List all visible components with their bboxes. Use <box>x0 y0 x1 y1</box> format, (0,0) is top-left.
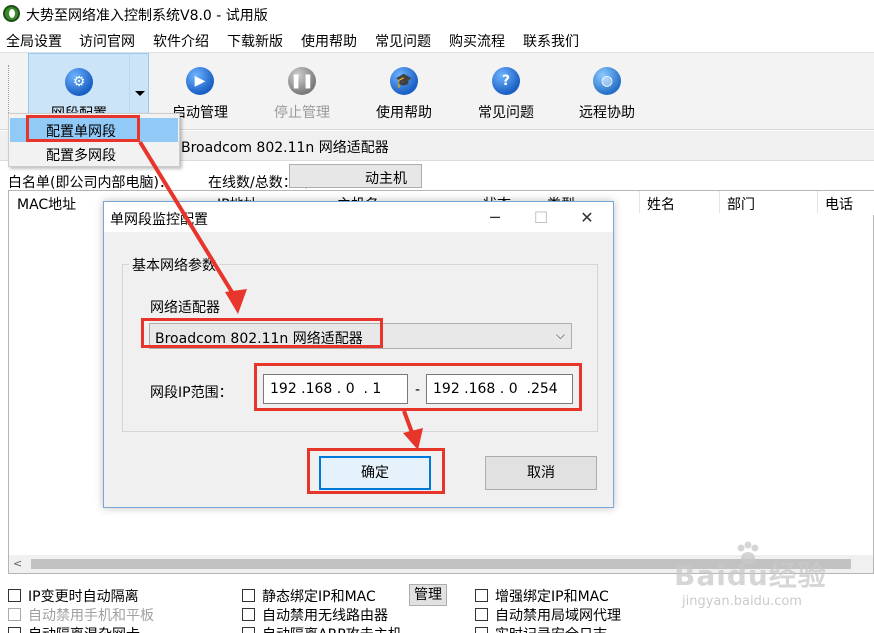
gear-icon: ⚙ <box>65 68 93 96</box>
ip-range-label: 网段IP范围： <box>150 385 233 401</box>
ok-button[interactable]: 确定 <box>319 456 431 490</box>
checkbox[interactable] <box>475 627 488 633</box>
cancel-button[interactable]: 取消 <box>485 456 597 490</box>
stop-manage-button: ❚❚ 停止管理 <box>257 53 347 129</box>
col-separator[interactable] <box>817 191 818 213</box>
menu-contact[interactable]: 联系我们 <box>523 31 579 51</box>
remote-assist-label: 远程协助 <box>579 105 635 121</box>
menu-purchase[interactable]: 购买流程 <box>449 31 505 51</box>
col-separator[interactable] <box>639 191 640 213</box>
adapter-label: 网络适配器 <box>150 300 220 316</box>
menu-item-label: 配置多网段 <box>46 148 116 164</box>
col-department[interactable]: 部门 <box>727 194 755 214</box>
horizontal-scrollbar[interactable]: < <box>9 555 873 573</box>
help-button[interactable]: 🎓 使用帮助 <box>359 53 449 129</box>
menu-global-settings[interactable]: 全局设置 <box>6 31 62 51</box>
scroll-thumb[interactable] <box>31 559 851 569</box>
checkbox[interactable] <box>242 627 255 633</box>
whitelist-label: 白名单(即公司内部电脑)： <box>8 175 173 191</box>
segment-config-menu: 配置单网段 配置多网段 <box>8 113 180 167</box>
checkbox[interactable] <box>8 627 21 633</box>
opt-label: 自动禁用无线路由器 <box>262 608 388 624</box>
col-mac[interactable]: MAC地址 <box>17 194 76 214</box>
host-button-label: 动主机 <box>365 171 407 187</box>
range-dash: - <box>415 382 421 398</box>
close-icon[interactable]: ✕ <box>564 204 610 230</box>
title-bar: 大势至网络准入控制系统V8.0 - 试用版 <box>0 0 874 28</box>
checkbox <box>8 608 21 621</box>
window-title: 大势至网络准入控制系统V8.0 - 试用版 <box>26 8 268 24</box>
globe-icon: ◍ <box>593 67 621 95</box>
opt-label: 实时记录安全日志 <box>495 624 607 633</box>
ip-start-input[interactable]: 192 .168 . 0 . 1 <box>263 374 408 404</box>
play-icon: ▶ <box>186 67 214 95</box>
question-icon: ? <box>492 67 520 95</box>
ip-start-value: 192 .168 . 0 . 1 <box>270 381 382 397</box>
menu-item-multi-segment[interactable]: 配置多网段 <box>10 142 178 166</box>
adapter-select[interactable]: Broadcom 802.11n 网络适配器 ⌵ <box>149 323 572 349</box>
faq-button[interactable]: ? 常见问题 <box>461 53 551 129</box>
opt-label: 自动禁用手机和平板 <box>28 608 154 624</box>
menu-download[interactable]: 下载新版 <box>227 31 283 51</box>
opt-label: 自动禁用局域网代理 <box>495 608 621 624</box>
checkbox[interactable] <box>242 589 255 602</box>
ip-end-value: 192 .168 . 0 .254 <box>433 381 558 397</box>
group-title: 基本网络参数 <box>129 255 219 275</box>
opt-label: 自动隔离ARP攻击主机 <box>262 624 402 633</box>
manage-button[interactable]: 管理 <box>409 584 447 606</box>
menu-help[interactable]: 使用帮助 <box>301 31 357 51</box>
col-name[interactable]: 姓名 <box>647 194 675 214</box>
opt-label: 自动隔离混杂网卡 <box>28 624 140 633</box>
opt-label: IP变更时自动隔离 <box>28 589 139 605</box>
faq-label: 常见问题 <box>478 105 534 121</box>
scroll-left-icon[interactable]: < <box>13 557 22 570</box>
checkbox[interactable] <box>8 589 21 602</box>
checkbox[interactable] <box>242 608 255 621</box>
checkbox[interactable] <box>475 608 488 621</box>
opt-label: 静态绑定IP和MAC <box>262 589 376 605</box>
dialog-title-bar[interactable]: 单网段监控配置 ─ ☐ ✕ <box>104 202 613 232</box>
app-icon <box>3 5 20 22</box>
minimize-icon[interactable]: ─ <box>472 204 518 230</box>
col-separator[interactable] <box>719 191 720 213</box>
single-segment-dialog: 单网段监控配置 ─ ☐ ✕ 基本网络参数 网络适配器 Broadcom 802.… <box>103 201 614 508</box>
info-row: 白名单(即公司内部电脑)： 在线数/总数：0/0 <box>0 163 874 191</box>
maximize-icon: ☐ <box>533 207 549 227</box>
checkbox[interactable] <box>475 589 488 602</box>
host-button[interactable]: 动主机 <box>289 164 422 188</box>
col-phone[interactable]: 电话 <box>825 194 853 214</box>
menu-item-label: 配置单网段 <box>46 124 116 140</box>
ip-end-input[interactable]: 192 .168 . 0 .254 <box>426 374 573 404</box>
opt-label: 增强绑定IP和MAC <box>495 589 609 605</box>
help-label: 使用帮助 <box>376 105 432 121</box>
current-adapter: Broadcom 802.11n 网络适配器 <box>181 140 389 156</box>
stop-manage-label: 停止管理 <box>274 105 330 121</box>
menu-faq[interactable]: 常见问题 <box>375 31 431 51</box>
menu-software-intro[interactable]: 软件介绍 <box>153 31 209 51</box>
dialog-title: 单网段监控配置 <box>110 212 208 228</box>
menu-bar: 全局设置 访问官网 软件介绍 下载新版 使用帮助 常见问题 购买流程 联系我们 <box>0 28 874 52</box>
graduation-cap-icon: 🎓 <box>390 67 418 95</box>
menu-item-single-segment[interactable]: 配置单网段 <box>10 118 178 142</box>
pause-icon: ❚❚ <box>288 67 316 95</box>
chevron-down-icon[interactable]: ⌵ <box>556 328 565 343</box>
remote-assist-button[interactable]: ◍ 远程协助 <box>562 53 652 129</box>
adapter-select-value: Broadcom 802.11n 网络适配器 <box>155 331 363 347</box>
menu-official-site[interactable]: 访问官网 <box>79 31 135 51</box>
